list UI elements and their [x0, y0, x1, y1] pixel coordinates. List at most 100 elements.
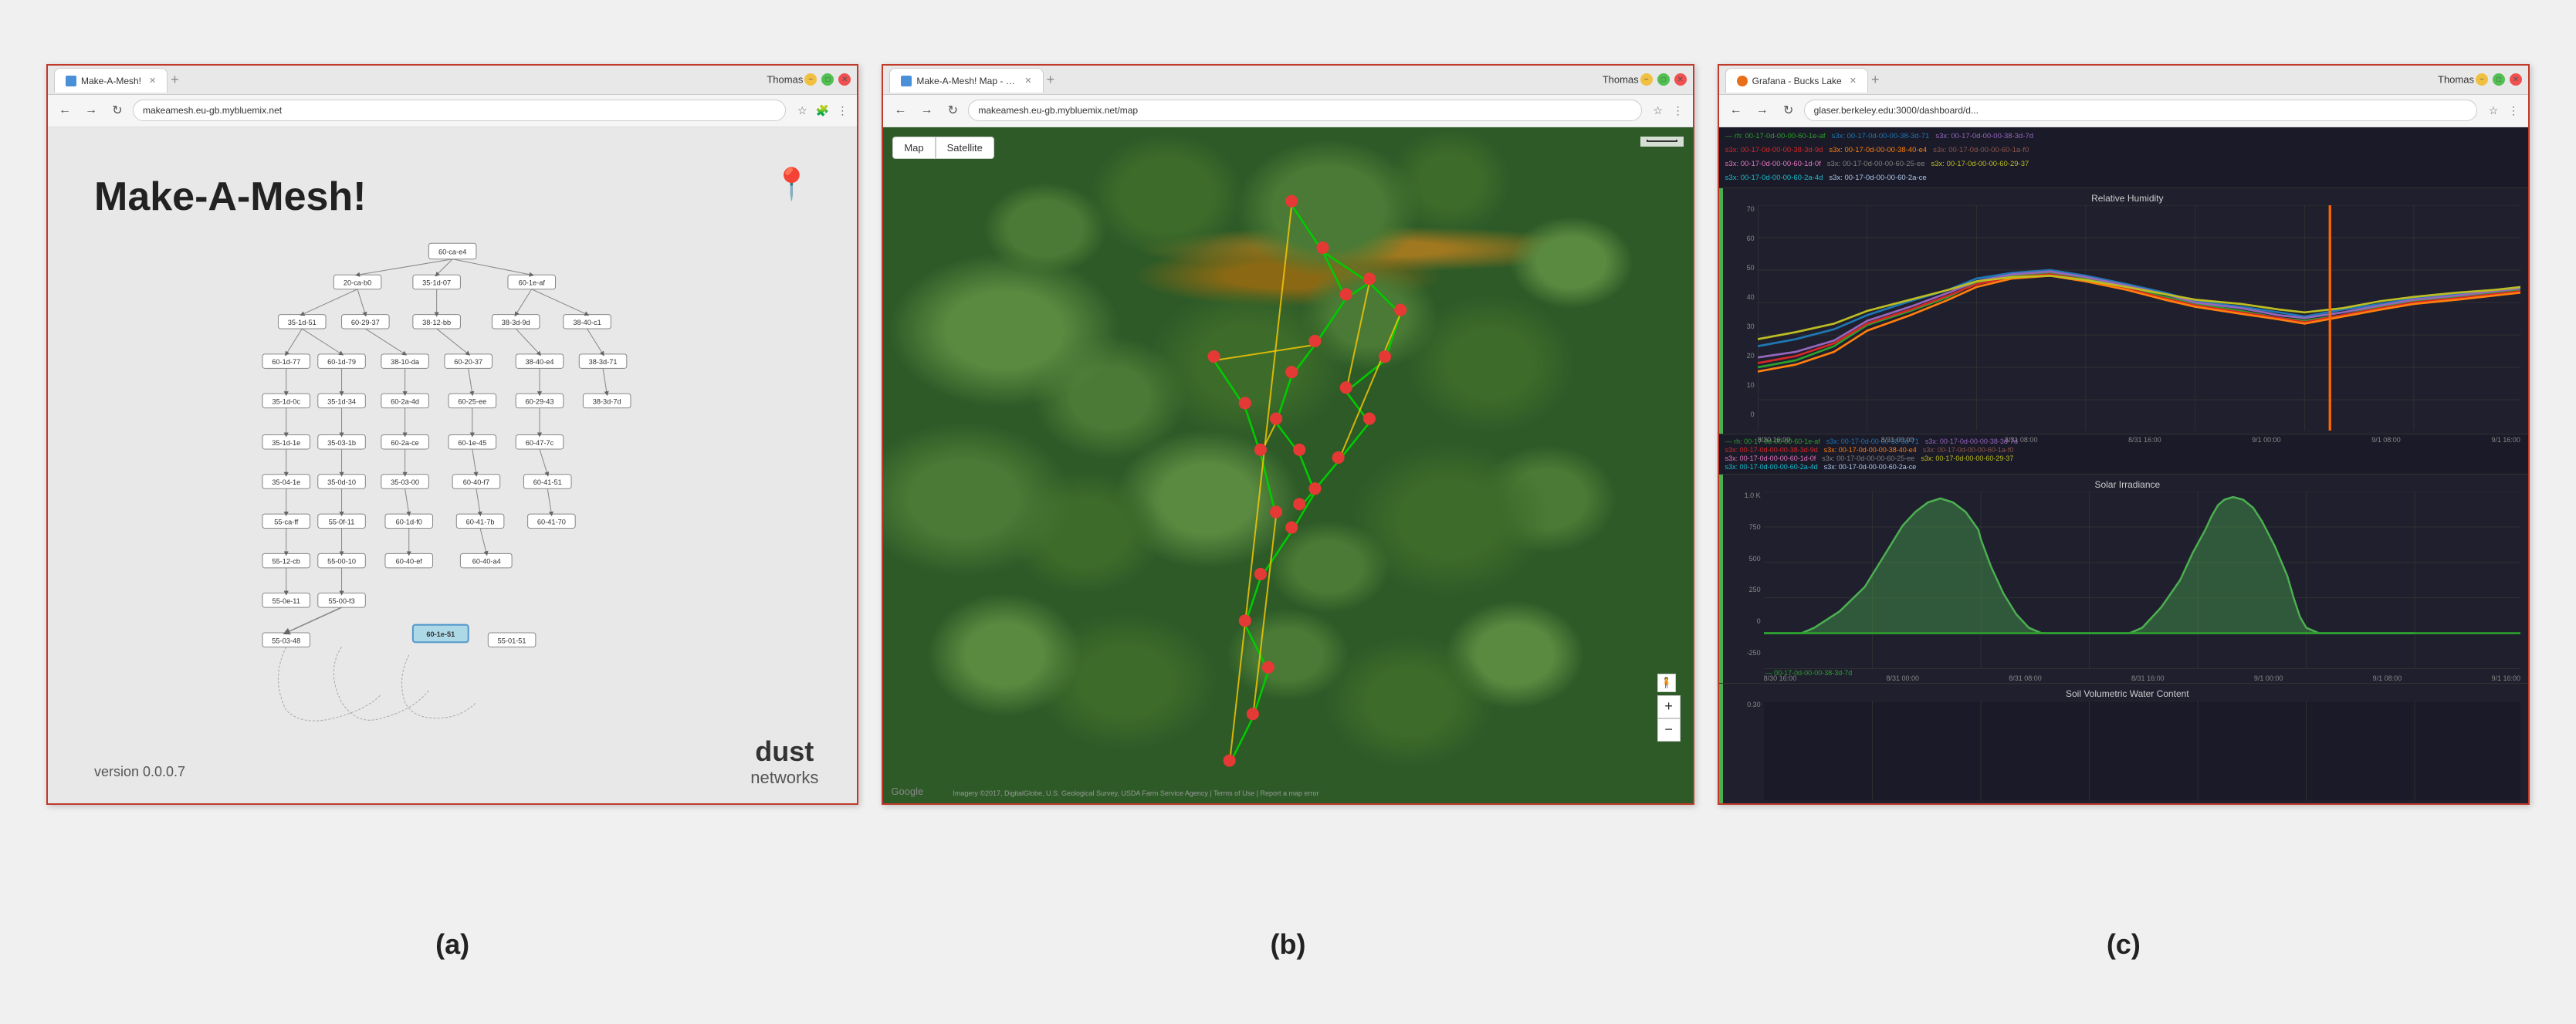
bookmark-icon-a[interactable]: ☆ — [794, 102, 811, 119]
map-pin-group — [1208, 194, 1407, 766]
mesh-title: Make-A-Mesh! — [94, 174, 367, 220]
green-bar-1 — [1719, 188, 1723, 434]
refresh-btn-a[interactable]: ↻ — [107, 100, 128, 121]
legend-s3: s3x: 00-17-0d-00-00-38-3d-9d — [1725, 144, 1823, 157]
content-c: — rh: 00-17-0d-00-00-60-1e-af s3x: 00-17… — [1719, 127, 2528, 803]
map-pin-icon: 📍 — [773, 166, 811, 202]
refresh-btn-b[interactable]: ↻ — [942, 100, 963, 121]
window-controls-c: − □ ✕ — [2476, 73, 2522, 86]
legend-s2: s3x: 00-17-0d-00-00-38-3d-7d — [1935, 130, 2033, 143]
tab-label-a: Make-A-Mesh! — [81, 76, 141, 86]
favicon-a — [66, 76, 76, 86]
new-tab-a[interactable]: + — [171, 72, 179, 88]
refresh-btn-c[interactable]: ↻ — [1778, 100, 1799, 121]
chart3-plot — [1764, 701, 2520, 800]
chart1-title: Relative Humidity — [1735, 193, 2520, 204]
back-btn-a[interactable]: ← — [54, 100, 76, 121]
new-tab-b[interactable]: + — [1047, 72, 1055, 88]
chart1-svg — [1758, 205, 2520, 431]
svg-text:35-1d-07: 35-1d-07 — [422, 279, 451, 286]
svg-text:60-20-37: 60-20-37 — [454, 358, 482, 366]
chart-solar: Solar Irradiance 1.0 K 750 500 250 0 -25… — [1719, 475, 2528, 683]
svg-text:55-12-cb: 55-12-cb — [272, 557, 300, 565]
forward-btn-c[interactable]: → — [1752, 100, 1773, 121]
back-btn-c[interactable]: ← — [1725, 100, 1747, 121]
tab-close-b[interactable]: ✕ — [1024, 76, 1031, 86]
svg-text:60-1e-45: 60-1e-45 — [458, 438, 486, 446]
legend-s8: s3x: 00-17-0d-00-00-60-29-37 — [1931, 158, 2029, 171]
titlebar-a: Make-A-Mesh! ✕ + Thomas − □ ✕ — [48, 66, 857, 95]
minimize-c[interactable]: − — [2476, 73, 2488, 86]
map-pegman-icon[interactable]: 🧍 — [1657, 674, 1676, 692]
back-btn-b[interactable]: ← — [889, 100, 911, 121]
menu-icon-a[interactable]: ⋮ — [834, 102, 851, 119]
chart1-plot: 8/30 16:00 8/31 00:00 8/31 08:00 8/31 16… — [1758, 205, 2520, 431]
titlebar-c: Grafana - Bucks Lake ✕ + Thomas − □ ✕ — [1719, 66, 2528, 95]
svg-text:35-1d-51: 35-1d-51 — [288, 318, 316, 326]
map-view-btn[interactable]: Map — [892, 137, 935, 159]
chart1-x-labels: 8/30 16:00 8/31 00:00 8/31 08:00 8/31 16… — [1758, 436, 2520, 444]
svg-text:60-1e-af: 60-1e-af — [519, 279, 546, 286]
url-bar-c[interactable]: glaser.berkeley.edu:3000/dashboard/d... — [1804, 100, 2477, 121]
user-name-c: Thomas — [2438, 74, 2474, 86]
forward-btn-b[interactable]: → — [916, 100, 937, 121]
svg-text:60-41-51: 60-41-51 — [533, 478, 562, 486]
forward-btn-a[interactable]: → — [80, 100, 102, 121]
svg-text:38-3d-7d: 38-3d-7d — [593, 397, 621, 405]
caption-b: (b) — [882, 928, 1694, 961]
menu-icon-b[interactable]: ⋮ — [1670, 102, 1687, 119]
window-controls-b: − □ ✕ — [1640, 73, 1687, 86]
svg-text:60-25-ee: 60-25-ee — [458, 397, 486, 405]
nav-icons-a: ☆ 🧩 ⋮ — [794, 102, 851, 119]
new-tab-c[interactable]: + — [1871, 72, 1880, 88]
tab-a[interactable]: Make-A-Mesh! ✕ — [54, 68, 168, 93]
tab-c[interactable]: Grafana - Bucks Lake ✕ — [1725, 68, 1868, 93]
svg-text:60-40-f7: 60-40-f7 — [463, 478, 489, 486]
map-controls: 🧍 + − — [1657, 674, 1681, 742]
url-bar-b[interactable]: makeamesh.eu-gb.mybluemix.net/map — [968, 100, 1641, 121]
zoom-out-btn[interactable]: − — [1657, 718, 1681, 742]
svg-text:60-1d-77: 60-1d-77 — [272, 358, 300, 366]
bookmark-icon-c[interactable]: ☆ — [2485, 102, 2502, 119]
maximize-b[interactable]: □ — [1657, 73, 1670, 86]
panels-row: Make-A-Mesh! ✕ + Thomas − □ ✕ ← → ↻ make… — [46, 64, 2530, 913]
navbar-a: ← → ↻ makeamesh.eu-gb.mybluemix.net ☆ 🧩 … — [48, 95, 857, 127]
minimize-a[interactable]: − — [804, 73, 817, 86]
svg-text:60-1e-51: 60-1e-51 — [426, 630, 455, 638]
extension-icon-a[interactable]: 🧩 — [814, 102, 831, 119]
tab-b[interactable]: Make-A-Mesh! Map - 3D... ✕ — [889, 68, 1043, 93]
content-b: Map Satellite — [883, 127, 1692, 803]
svg-text:35-0d-10: 35-0d-10 — [327, 478, 356, 486]
maximize-c[interactable]: □ — [2493, 73, 2505, 86]
grafana-legend-top: — rh: 00-17-0d-00-00-60-1e-af s3x: 00-17… — [1719, 127, 2528, 189]
minimize-b[interactable]: − — [1640, 73, 1653, 86]
chart2-svg — [1764, 492, 2520, 668]
network-svg: 60-ca-e4 20-ca-b0 35-1d-07 60-1e-af — [71, 235, 834, 726]
svg-text:55-ca-ff: 55-ca-ff — [274, 518, 299, 526]
bookmark-icon-b[interactable]: ☆ — [1650, 102, 1667, 119]
svg-text:55-0f-11: 55-0f-11 — [329, 518, 355, 526]
maximize-a[interactable]: □ — [821, 73, 834, 86]
tab-close-a[interactable]: ✕ — [149, 76, 156, 86]
svg-text:35-04-1e: 35-04-1e — [272, 478, 300, 486]
svg-text:60-29-37: 60-29-37 — [351, 318, 380, 326]
window-controls-a: − □ ✕ — [804, 73, 851, 86]
close-a[interactable]: ✕ — [838, 73, 851, 86]
close-b[interactable]: ✕ — [1674, 73, 1687, 86]
svg-text:60-ca-e4: 60-ca-e4 — [438, 248, 466, 255]
satellite-view-btn[interactable]: Satellite — [936, 137, 994, 159]
menu-icon-c[interactable]: ⋮ — [2505, 102, 2522, 119]
svg-text:38-12-bb: 38-12-bb — [422, 318, 451, 326]
navbar-c: ← → ↻ glaser.berkeley.edu:3000/dashboard… — [1719, 95, 2528, 127]
zoom-in-btn[interactable]: + — [1657, 695, 1681, 718]
map-overlay-svg — [883, 127, 1692, 803]
url-bar-a[interactable]: makeamesh.eu-gb.mybluemix.net — [133, 100, 786, 121]
chart3-y-axis: 0.30 — [1735, 701, 1764, 800]
svg-text:55-03-48: 55-03-48 — [272, 637, 300, 644]
content-a: Make-A-Mesh! 📍 60-ca-e4 — [48, 127, 857, 803]
svg-text:35-03-1b: 35-03-1b — [327, 438, 356, 446]
map-scale — [1640, 137, 1684, 147]
tab-close-c[interactable]: ✕ — [1850, 76, 1857, 86]
map-toolbar: Map Satellite — [892, 137, 994, 159]
close-c[interactable]: ✕ — [2510, 73, 2522, 86]
